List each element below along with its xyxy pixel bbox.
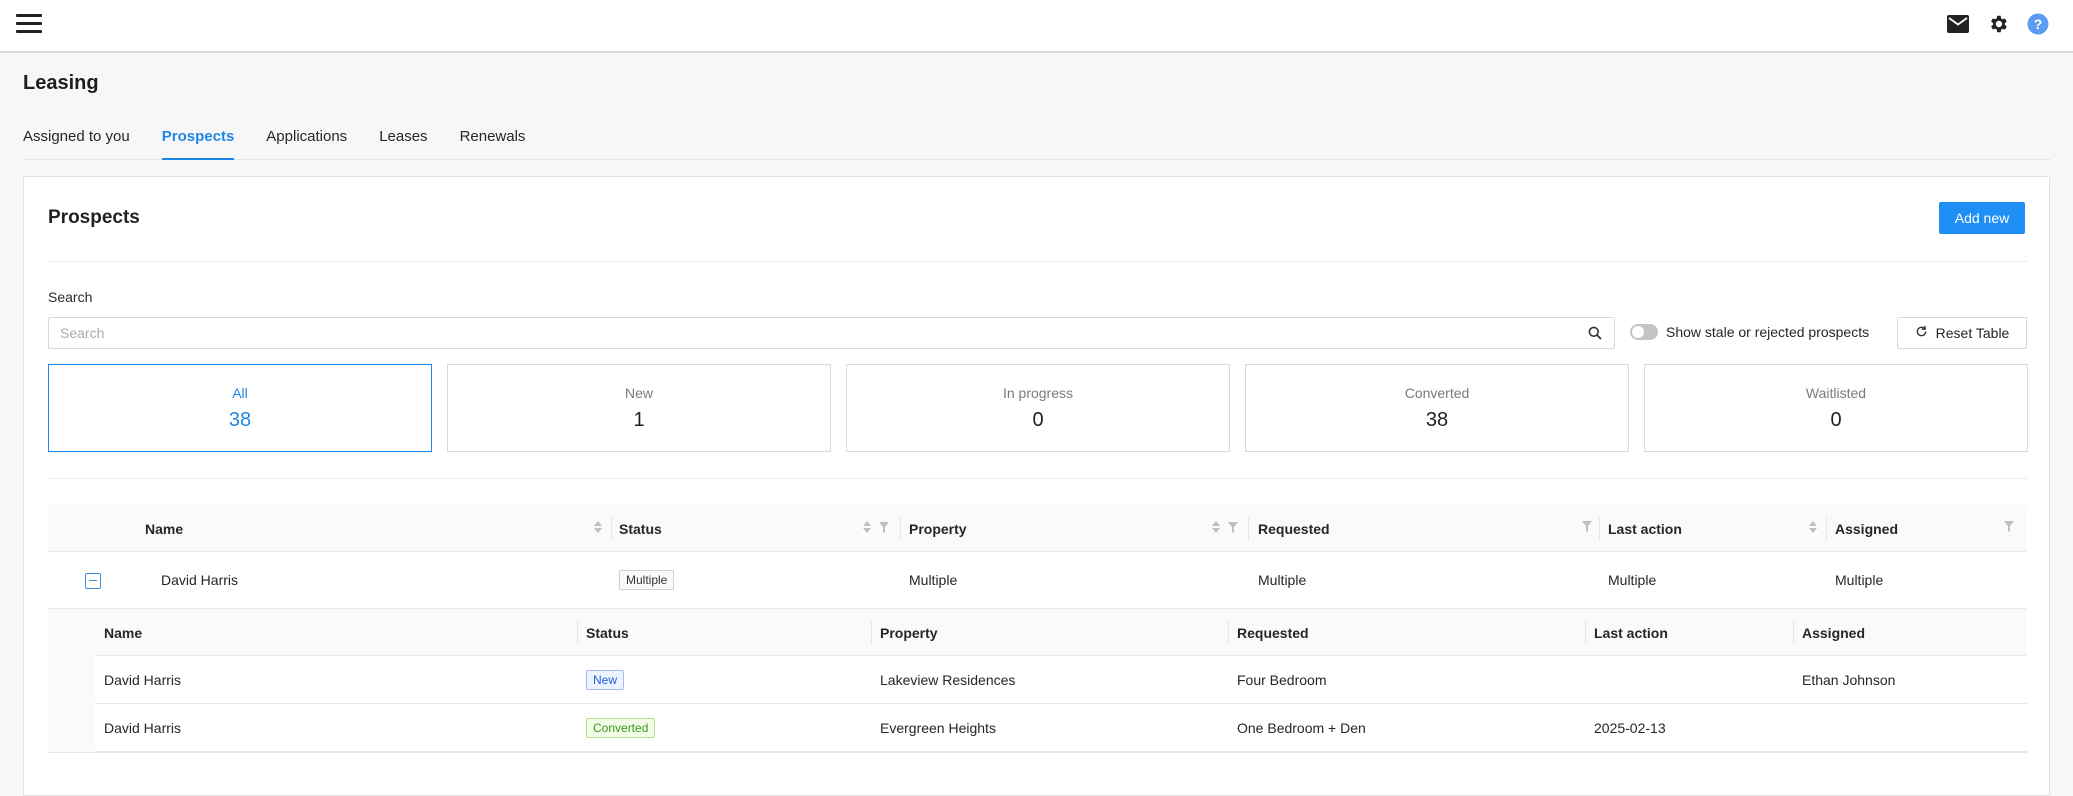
sub-column-header-assigned[interactable]: Assigned	[1802, 609, 1865, 656]
sort-filter-icons[interactable]	[863, 521, 889, 533]
column-separator	[577, 621, 578, 644]
table-row-partial	[48, 753, 2027, 783]
status-summary: All 38 New 1 In progress 0 Converted 38 …	[48, 364, 2028, 452]
stat-label: In progress	[1002, 385, 1074, 401]
prospects-table: Name Status Property Requested Last acti…	[48, 505, 2027, 783]
divider	[48, 478, 2027, 479]
divider	[48, 261, 2027, 262]
cell-requested: Multiple	[1258, 572, 1307, 588]
stat-value: 0	[1032, 409, 1044, 431]
stale-toggle[interactable]	[1630, 324, 1658, 340]
stale-toggle-label: Show stale or rejected prospects	[1666, 324, 1870, 340]
search-icon[interactable]	[1588, 326, 1602, 345]
table-row[interactable]: David Harris Multiple Multiple Multiple …	[48, 552, 2027, 609]
sub-column-header-last-action[interactable]: Last action	[1594, 609, 1668, 656]
sort-icon[interactable]	[1809, 521, 1817, 533]
sub-column-header-property[interactable]: Property	[880, 609, 938, 656]
cell-property: Multiple	[909, 572, 958, 588]
column-separator	[611, 517, 612, 540]
panel-title: Prospects	[48, 207, 140, 228]
search-label: Search	[48, 289, 93, 305]
help-icon[interactable]: ?	[2027, 13, 2049, 35]
top-icons: ?	[1947, 13, 2049, 35]
column-separator	[871, 621, 872, 644]
column-header-name[interactable]: Name	[145, 505, 183, 552]
column-separator	[1599, 517, 1600, 540]
filter-icon[interactable]	[1582, 521, 1592, 532]
stat-value: 38	[228, 409, 252, 431]
collapse-row-button[interactable]	[85, 573, 101, 589]
stat-label: All	[232, 385, 248, 401]
stat-card-waitlisted[interactable]: Waitlisted 0	[1644, 364, 2028, 452]
column-header-property[interactable]: Property	[909, 505, 967, 552]
stat-card-converted[interactable]: Converted 38	[1245, 364, 1629, 452]
menu-icon[interactable]	[16, 14, 42, 34]
stat-label: New	[624, 385, 653, 401]
top-bar: ?	[0, 0, 2073, 53]
search-input[interactable]	[49, 318, 1569, 348]
column-header-assigned[interactable]: Assigned	[1835, 505, 1898, 552]
list-item[interactable]: David Harris Converted Evergreen Heights…	[95, 704, 2027, 752]
cell-property: Lakeview Residences	[880, 671, 1016, 688]
list-item[interactable]: David Harris New Lakeview Residences Fou…	[95, 656, 2027, 704]
cell-requested: One Bedroom + Den	[1237, 719, 1366, 736]
nested-table-header: Name Status Property Requested Last acti…	[95, 609, 2027, 656]
table-header: Name Status Property Requested Last acti…	[48, 505, 2027, 552]
status-badge: New	[586, 669, 625, 690]
stat-card-in-progress[interactable]: In progress 0	[846, 364, 1230, 452]
stat-value: 1	[633, 409, 645, 431]
tab-prospects[interactable]: Prospects	[161, 120, 235, 160]
reset-table-label: Reset Table	[1935, 325, 2010, 341]
stale-toggle-group: Show stale or rejected prospects	[1630, 324, 1869, 340]
sub-column-header-status[interactable]: Status	[586, 609, 629, 656]
tab-assigned-to-you[interactable]: Assigned to you	[23, 120, 130, 160]
tab-leases[interactable]: Leases	[379, 120, 427, 160]
cell-assigned: Multiple	[1835, 572, 1884, 588]
gear-icon[interactable]	[1987, 13, 2009, 35]
page-title: Leasing	[23, 72, 99, 94]
search-box	[48, 317, 1615, 349]
cell-name: David Harris	[161, 572, 239, 588]
add-new-button[interactable]: Add new	[1939, 202, 2025, 234]
status-badge: Multiple	[619, 570, 675, 590]
stat-card-new[interactable]: New 1	[447, 364, 831, 452]
tab-applications[interactable]: Applications	[266, 120, 347, 160]
cell-name: David Harris	[104, 719, 182, 736]
column-separator	[900, 517, 901, 540]
sort-filter-icons[interactable]	[1212, 521, 1238, 533]
column-separator	[1793, 621, 1794, 644]
cell-requested: Four Bedroom	[1237, 671, 1327, 688]
svg-text:?: ?	[2034, 16, 2043, 32]
status-badge: Converted	[586, 717, 656, 738]
refresh-icon	[1915, 325, 1928, 341]
sub-column-header-requested[interactable]: Requested	[1237, 609, 1309, 656]
stat-value: 0	[1830, 409, 1842, 431]
prospects-panel: Prospects Add new Search Show stale or r…	[23, 176, 2050, 796]
column-separator	[1228, 621, 1229, 644]
column-separator	[1248, 517, 1249, 540]
column-separator	[1826, 517, 1827, 540]
tab-renewals[interactable]: Renewals	[460, 120, 526, 160]
cell-property: Evergreen Heights	[880, 719, 996, 736]
stat-value: 38	[1425, 409, 1449, 431]
stat-card-all[interactable]: All 38	[48, 364, 432, 452]
cell-name: David Harris	[104, 671, 182, 688]
column-header-last-action[interactable]: Last action	[1608, 505, 1682, 552]
column-separator	[1585, 621, 1586, 644]
nested-table: Name Status Property Requested Last acti…	[48, 609, 2027, 753]
sub-column-header-name[interactable]: Name	[104, 609, 142, 656]
column-header-status[interactable]: Status	[619, 505, 662, 552]
mail-icon[interactable]	[1947, 15, 1969, 33]
stat-label: Waitlisted	[1805, 385, 1867, 401]
reset-table-button[interactable]: Reset Table	[1897, 317, 2027, 349]
cell-last-action: 2025-02-13	[1594, 719, 1666, 736]
filter-icon[interactable]	[2004, 521, 2014, 532]
stat-label: Converted	[1404, 385, 1470, 401]
cell-last-action: Multiple	[1608, 572, 1657, 588]
sort-icon[interactable]	[594, 521, 602, 533]
column-header-requested[interactable]: Requested	[1258, 505, 1330, 552]
cell-assigned: Ethan Johnson	[1802, 671, 1896, 688]
tab-bar: Assigned to you Prospects Applications L…	[23, 120, 2050, 160]
